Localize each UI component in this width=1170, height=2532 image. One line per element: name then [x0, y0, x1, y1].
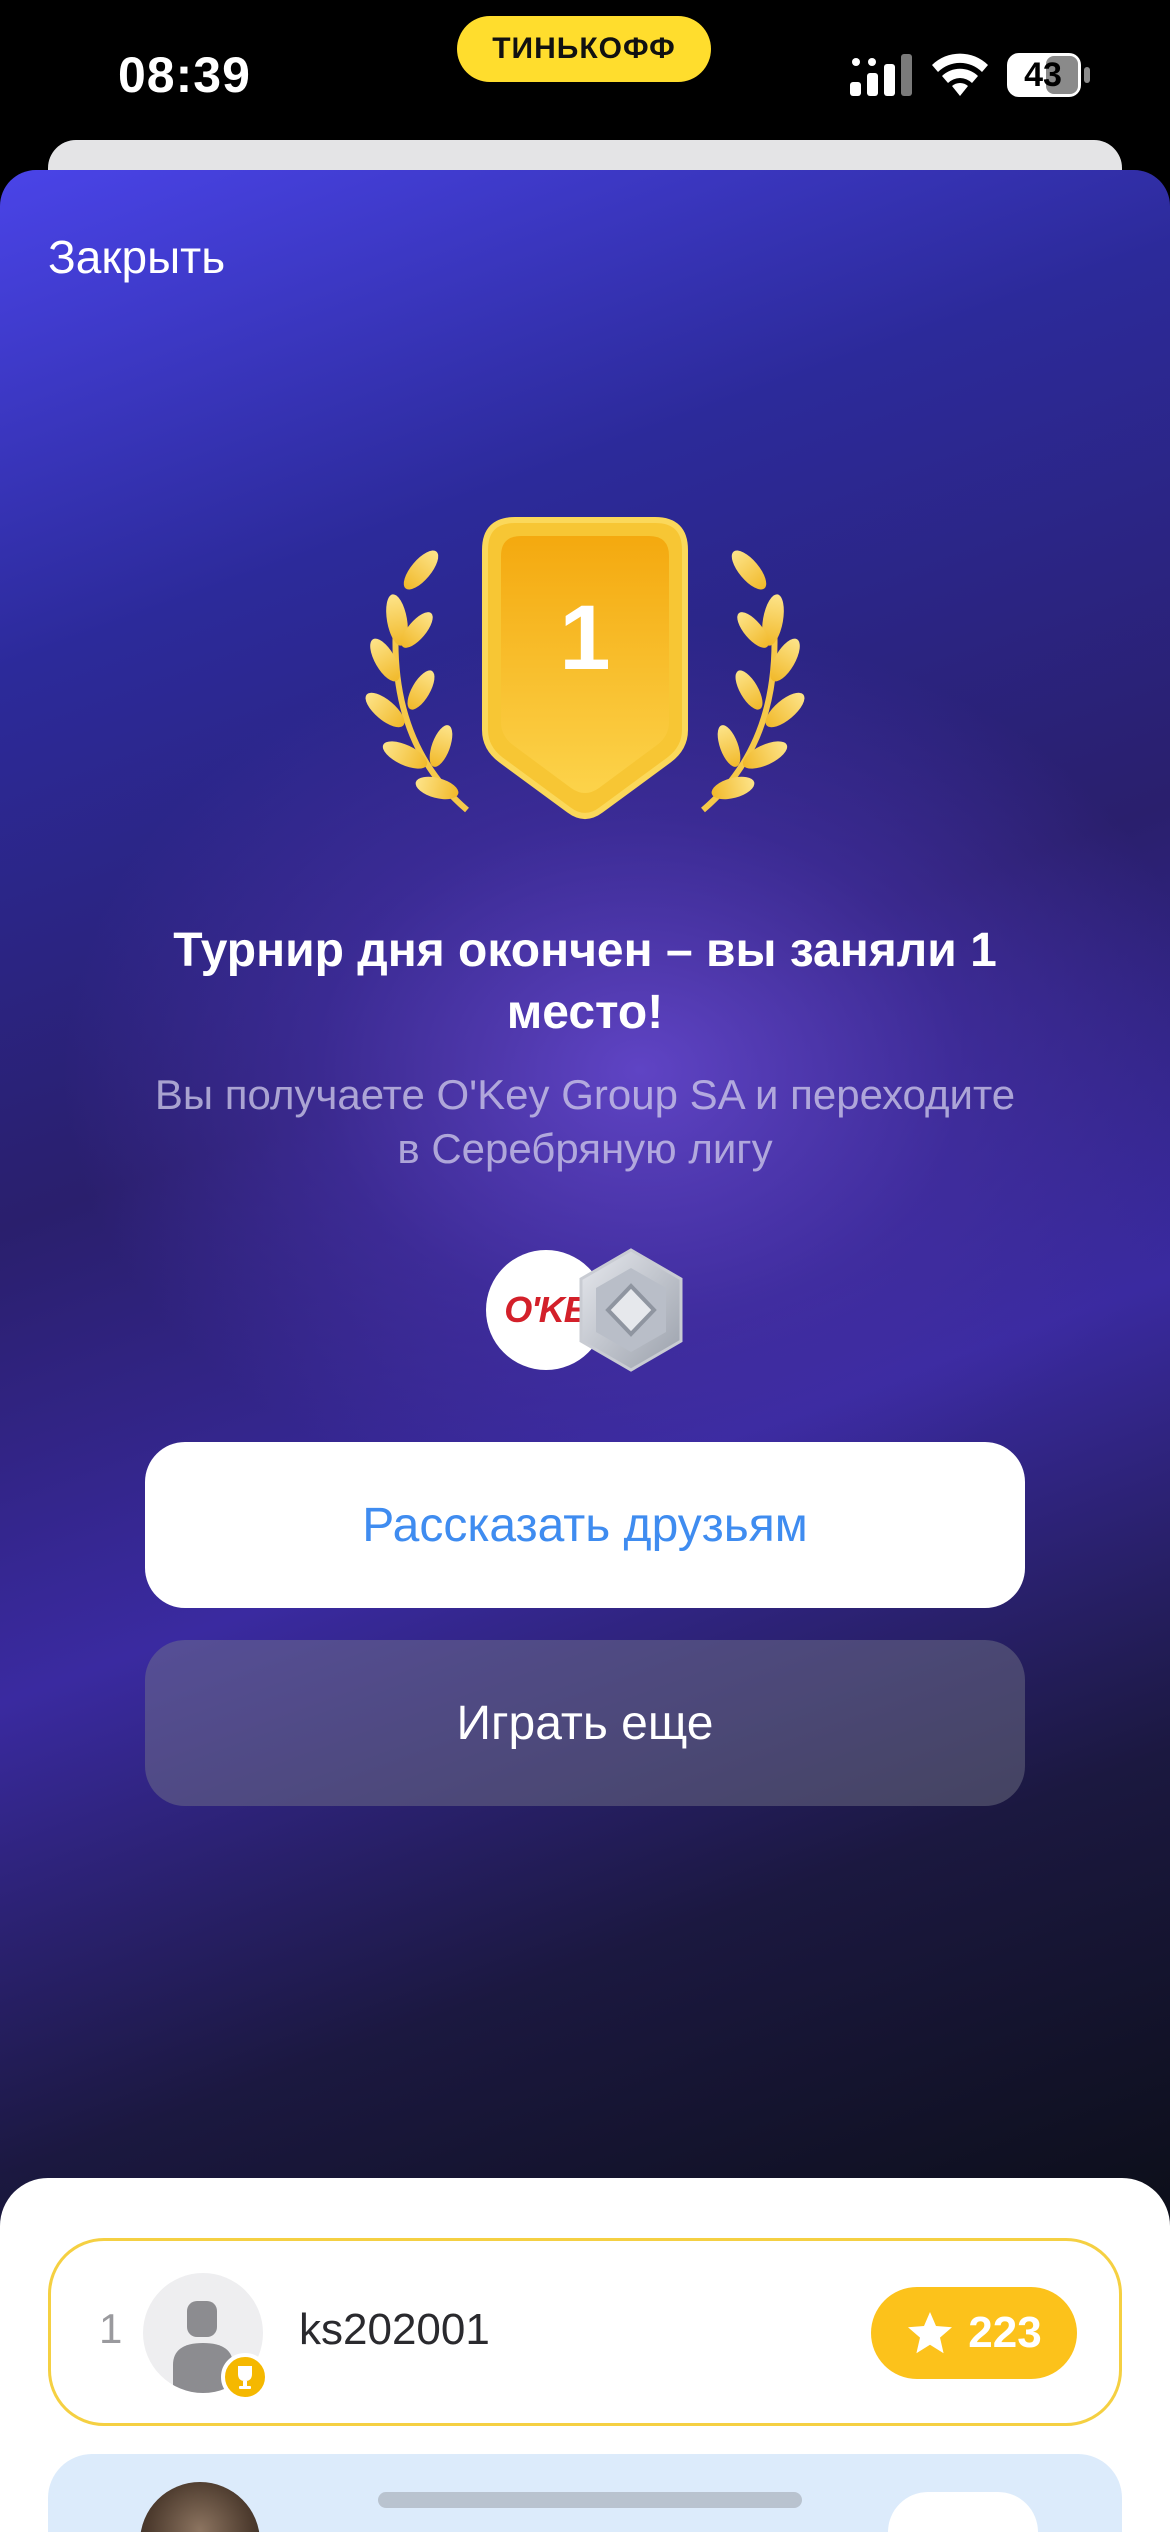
status-bar: 08:39 ТИНЬКОФФ 43	[0, 0, 1170, 160]
screen: 08:39 ТИНЬКОФФ 43 Закрыть 1 Турнир дня о…	[0, 0, 1170, 2532]
place-number: 1	[559, 587, 611, 689]
result-title: Турнир дня окончен – вы заняли 1 место!	[173, 924, 997, 1039]
leaderboard-sheet: 1 ks202001 223	[0, 2178, 1170, 2532]
avatar	[140, 2482, 260, 2532]
play-again-button[interactable]: Играть еще	[145, 1640, 1025, 1806]
score-badge: 223	[871, 2287, 1077, 2379]
battery-level: 43	[1024, 56, 1062, 94]
score-badge	[888, 2492, 1038, 2532]
cellular-signal-icon	[850, 54, 912, 96]
name-placeholder	[378, 2492, 802, 2508]
share-with-friends-button[interactable]: Рассказать друзьям	[145, 1442, 1025, 1608]
trophy-icon	[221, 2353, 269, 2401]
leaderboard-row-current-user[interactable]: 1 ks202001 223	[48, 2238, 1122, 2426]
close-button[interactable]: Закрыть	[48, 230, 225, 284]
leaderboard-rank: 1	[99, 2305, 123, 2352]
result-subtitle: Вы получаете O'Key Group SA и переходите…	[154, 1071, 1016, 1172]
leaderboard-username: ks202001	[299, 2305, 490, 2354]
star-icon	[908, 2312, 953, 2354]
leaderboard-row[interactable]	[48, 2454, 1122, 2532]
brand-pill: ТИНЬКОФФ	[457, 16, 711, 82]
status-time: 08:39	[118, 47, 251, 103]
score-value: 223	[968, 2308, 1042, 2357]
silver-league-icon	[579, 1248, 683, 1372]
wifi-icon	[932, 53, 988, 96]
